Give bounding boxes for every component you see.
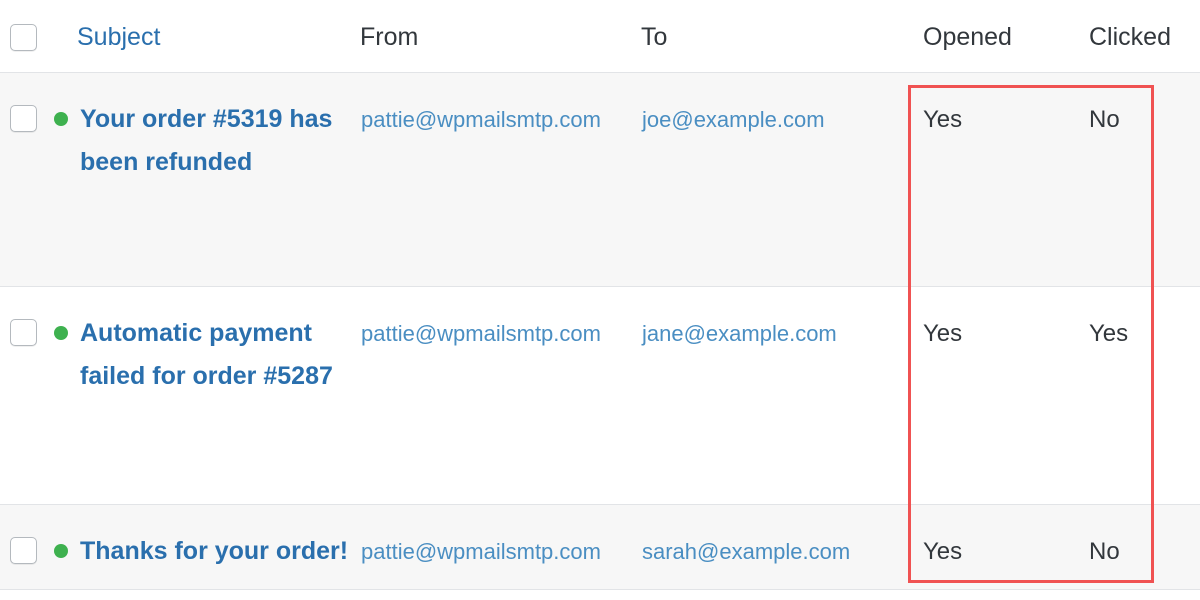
status-dot-icon [54,544,68,558]
clicked-value: No [1089,106,1120,133]
email-log-table: Subject From To Opened Clicked Your orde… [0,0,1200,600]
email-from-link[interactable]: pattie@wpmailsmtp.com [361,320,601,348]
column-header-clicked[interactable]: Clicked [1089,22,1171,52]
table-row[interactable]: Thanks for your order! pattie@wpmailsmtp… [0,505,1200,590]
column-header-to[interactable]: To [641,22,667,52]
opened-value: Yes [923,538,963,565]
row-checkbox[interactable] [10,319,37,346]
email-from-link[interactable]: pattie@wpmailsmtp.com [361,106,601,134]
email-to-link[interactable]: joe@example.com [642,106,825,134]
column-header-from[interactable]: From [360,22,418,52]
table-header-row: Subject From To Opened Clicked [0,0,1200,73]
table-row[interactable]: Automatic payment failed for order #5287… [0,287,1200,505]
column-header-opened[interactable]: Opened [923,22,1012,52]
row-separator [0,589,1200,590]
email-from-link[interactable]: pattie@wpmailsmtp.com [361,538,601,566]
email-to-link[interactable]: sarah@example.com [642,538,850,566]
email-subject-link[interactable]: Automatic payment failed for order #5287 [80,312,350,398]
opened-value: Yes [923,320,963,347]
clicked-value: Yes [1089,320,1129,347]
table-row[interactable]: Your order #5319 has been refunded patti… [0,73,1200,287]
row-checkbox[interactable] [10,537,37,564]
clicked-value: No [1089,538,1120,565]
status-dot-icon [54,112,68,126]
status-dot-icon [54,326,68,340]
column-header-subject[interactable]: Subject [77,22,160,52]
email-to-link[interactable]: jane@example.com [642,320,837,348]
opened-value: Yes [923,106,963,133]
row-checkbox[interactable] [10,105,37,132]
email-subject-link[interactable]: Thanks for your order! [80,530,360,573]
email-subject-link[interactable]: Your order #5319 has been refunded [80,98,350,184]
select-all-checkbox[interactable] [10,24,37,51]
